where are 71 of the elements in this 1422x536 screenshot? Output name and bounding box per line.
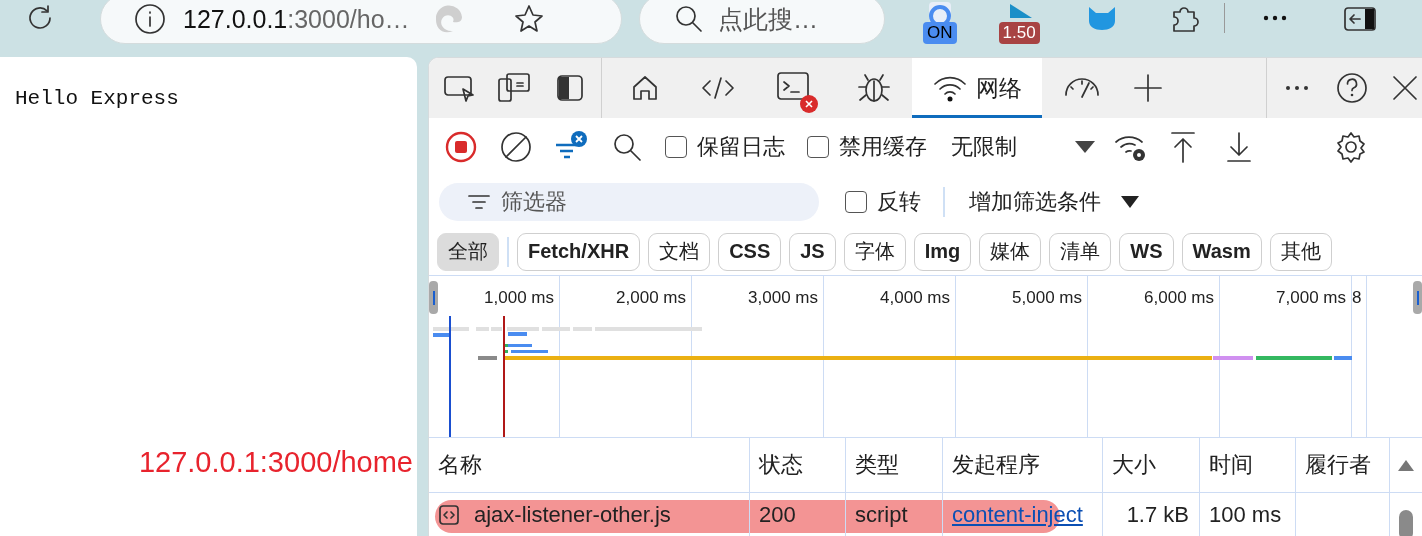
settings-icon[interactable] [1334,129,1368,164]
download-icon[interactable] [1224,129,1254,164]
column-header[interactable]: 时间 [1200,438,1296,493]
checkbox-label[interactable]: 保留日志 [697,131,785,162]
add-tool-icon[interactable] [1132,72,1164,104]
scrollbar-thumb[interactable] [1399,509,1413,536]
help-icon[interactable] [1335,71,1369,105]
type-filter-chip[interactable]: Wasm [1181,232,1262,271]
type-filter-chip[interactable]: WS [1119,232,1174,271]
column-header[interactable]: 名称 [429,438,750,493]
close-icon[interactable] [1390,73,1420,103]
type-filter-chip[interactable]: Img [913,232,972,271]
extension-badge: 1.50 [998,22,1040,44]
range-handle[interactable] [429,281,438,314]
column-header[interactable]: 类型 [846,438,943,493]
time-tick-label: 5,000 ms [1012,288,1082,308]
range-handle[interactable] [1413,281,1422,314]
throttling-dropdown[interactable]: 无限制 [951,131,1097,162]
bug-icon[interactable] [856,71,892,105]
devtools-tab[interactable]: 网络 [912,58,1042,118]
time-tick-label: 2,000 ms [616,288,686,308]
type-filter-chip[interactable]: 其他 [1269,232,1332,271]
table-cell: 100 ms [1200,493,1296,536]
time-tick-label: 4,000 ms [880,288,950,308]
sidebar-icon[interactable] [1342,6,1377,32]
type-filter-chip[interactable]: CSS [718,232,782,271]
url-text: 127.0.0.1:3000/ho… [183,4,410,34]
add-filter-dropdown[interactable]: 增加筛选条件 [969,186,1141,217]
search-icon[interactable] [674,4,704,34]
filter-field[interactable]: 筛选器 [439,182,819,221]
checkbox-label[interactable]: 反转 [877,186,921,217]
record-icon[interactable] [444,129,478,164]
column-header[interactable]: 大小 [1103,438,1200,493]
upload-icon[interactable] [1168,129,1198,164]
checkbox[interactable] [807,135,829,158]
info-icon[interactable] [133,2,167,36]
type-filter-chip[interactable]: 全部 [437,232,499,271]
home-icon[interactable] [630,73,660,103]
time-tick-label: 6,000 ms [1144,288,1214,308]
time-tick-label: 1,000 ms [484,288,554,308]
time-tick-label: 7,000 ms [1276,288,1346,308]
dropdown-caret-icon[interactable] [1073,138,1097,155]
column-header[interactable]: 发起程序 [943,438,1103,493]
type-filter-chip[interactable]: 清单 [1049,232,1112,271]
column-header[interactable]: 状态 [750,438,846,493]
clear-icon[interactable] [499,129,533,164]
type-filter-chip[interactable]: 媒体 [979,232,1042,271]
dock-icon[interactable] [555,73,585,103]
time-tick-label: 3,000 ms [748,288,818,308]
annotation-text: 127.0.0.1:3000/home [138,446,413,479]
type-filter-chip[interactable]: 文档 [648,232,711,271]
address-bar[interactable]: 127.0.0.1:3000/ho… [100,0,622,44]
type-filter-chip[interactable]: Fetch/XHR [517,232,641,271]
column-header[interactable]: 履行者 [1296,438,1390,493]
table-cell: script [846,493,943,536]
time-tick-label: 8 [1352,288,1362,308]
device-icon[interactable] [497,71,533,105]
table-cell: 1.7 kB [1103,493,1200,536]
checkbox[interactable] [845,190,867,213]
file-name: ajax-listener-other.js [474,501,671,528]
type-filter-chip[interactable]: 字体 [843,232,906,271]
type-filter-chip[interactable]: JS [789,232,836,271]
script-file-icon[interactable] [438,503,460,526]
dropdown-caret-icon[interactable] [1119,193,1141,210]
extension-badge: ON [923,22,957,44]
page-text: Hello Express [15,87,180,110]
inspect-icon[interactable] [443,73,477,103]
search-field[interactable]: 点此搜… [639,0,885,44]
checkbox-label[interactable]: 禁用缓存 [839,131,927,162]
checkbox[interactable] [665,135,687,158]
table-cell: 200 [750,493,846,536]
